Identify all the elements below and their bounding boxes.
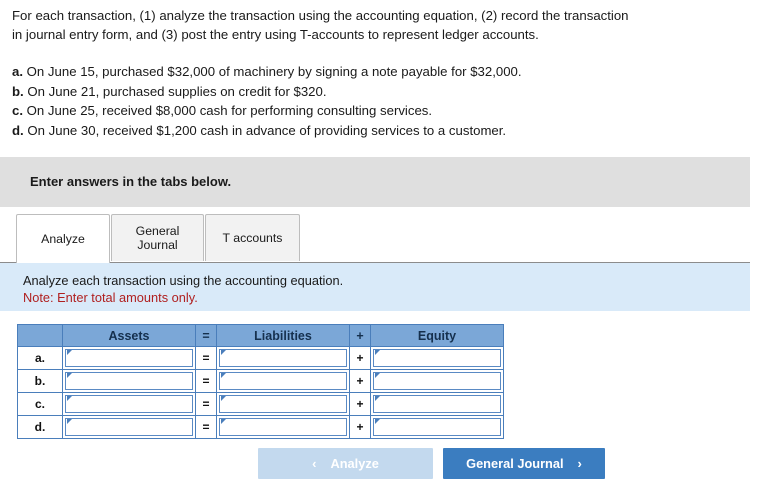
tab-general-journal-label-line1: General (135, 224, 180, 238)
operator-plus-b: + (349, 369, 371, 393)
transaction-letter-d: d. (12, 122, 24, 138)
input-assets-d[interactable] (65, 418, 193, 436)
chevron-left-icon: ‹ (312, 456, 317, 471)
table-row: c. = + (17, 392, 504, 416)
transaction-letter-b: b. (12, 83, 24, 99)
transaction-item-b: b. On June 21, purchased supplies on cre… (12, 82, 752, 102)
row-label-d: d. (17, 415, 63, 439)
previous-analyze-button[interactable]: ‹ Analyze (258, 448, 433, 479)
input-equity-b[interactable] (373, 372, 501, 390)
transaction-text-d: On June 30, received $1,200 cash in adva… (27, 122, 507, 138)
tab-analyze[interactable]: Analyze (16, 214, 110, 263)
cell-assets-d[interactable] (62, 415, 196, 439)
operator-equals-b: = (195, 369, 217, 393)
enter-answers-banner-text: Enter answers in the tabs below. (30, 174, 232, 189)
instruction-note-text: Note: Enter total amounts only. (23, 290, 198, 305)
input-equity-c[interactable] (373, 395, 501, 413)
next-general-journal-button-label: General Journal (466, 456, 564, 471)
accounting-equation-table: Assets = Liabilities + Equity a. = + b. … (17, 324, 504, 439)
table-row: d. = + (17, 415, 504, 439)
cell-liabilities-a[interactable] (216, 346, 350, 370)
row-label-a: a. (17, 346, 63, 370)
transaction-text-b: On June 21, purchased supplies on credit… (27, 83, 327, 99)
cell-equity-a[interactable] (370, 346, 504, 370)
next-general-journal-button[interactable]: General Journal › (443, 448, 605, 479)
tab-strip: Analyze General Journal T accounts (0, 214, 750, 264)
transaction-text-c: On June 25, received $8,000 cash for per… (26, 103, 433, 118)
cell-assets-b[interactable] (62, 369, 196, 393)
operator-equals-d: = (195, 415, 217, 439)
header-liabilities: Liabilities (216, 324, 350, 347)
tab-general-journal-label-line2: Journal (137, 238, 178, 252)
tab-general-journal-label: General Journal (136, 224, 180, 252)
operator-equals-c: = (195, 392, 217, 416)
table-row: b. = + (17, 369, 504, 393)
cell-liabilities-b[interactable] (216, 369, 350, 393)
tab-general-journal[interactable]: General Journal (111, 214, 204, 261)
operator-plus-c: + (349, 392, 371, 416)
cell-liabilities-c[interactable] (216, 392, 350, 416)
tab-t-accounts[interactable]: T accounts (205, 214, 300, 261)
table-header: Assets = Liabilities + Equity (17, 324, 504, 347)
header-plus: + (349, 324, 371, 347)
enter-answers-banner: Enter answers in the tabs below. (0, 157, 750, 207)
table-header-row: Assets = Liabilities + Equity (17, 324, 504, 347)
input-liabilities-b[interactable] (219, 372, 347, 390)
transaction-list: a. On June 15, purchased $32,000 of mach… (12, 62, 752, 140)
row-label-c: c. (17, 392, 63, 416)
cell-assets-c[interactable] (62, 392, 196, 416)
header-equity: Equity (370, 324, 504, 347)
navigation-buttons: ‹ Analyze General Journal › (0, 448, 765, 482)
chevron-right-icon: › (577, 456, 582, 471)
problem-intro-line-1: For each transaction, (1) analyze the tr… (12, 8, 629, 23)
instruction-main-text: Analyze each transaction using the accou… (23, 273, 344, 288)
operator-plus-d: + (349, 415, 371, 439)
problem-intro-line-2: in journal entry form, and (3) post the … (12, 27, 539, 42)
input-liabilities-a[interactable] (219, 349, 347, 367)
previous-analyze-button-label: Analyze (330, 456, 379, 471)
transaction-letter-c: c. (12, 103, 23, 118)
input-equity-a[interactable] (373, 349, 501, 367)
input-equity-d[interactable] (373, 418, 501, 436)
cell-assets-a[interactable] (62, 346, 196, 370)
operator-equals-a: = (195, 346, 217, 370)
input-liabilities-d[interactable] (219, 418, 347, 436)
row-label-b: b. (17, 369, 63, 393)
input-assets-a[interactable] (65, 349, 193, 367)
transaction-item-c: c. On June 25, received $8,000 cash for … (12, 101, 752, 121)
problem-statement: For each transaction, (1) analyze the tr… (12, 6, 752, 44)
input-liabilities-c[interactable] (219, 395, 347, 413)
header-equals: = (195, 324, 217, 347)
table-row: a. = + (17, 346, 504, 370)
input-assets-c[interactable] (65, 395, 193, 413)
header-assets: Assets (62, 324, 196, 347)
input-assets-b[interactable] (65, 372, 193, 390)
tab-analyze-label: Analyze (41, 232, 85, 246)
transaction-item-d: d. On June 30, received $1,200 cash in a… (12, 121, 752, 141)
operator-plus-a: + (349, 346, 371, 370)
table-body: a. = + b. = + c. = + d. = + (17, 346, 504, 439)
tab-t-accounts-label: T accounts (222, 231, 283, 245)
cell-equity-c[interactable] (370, 392, 504, 416)
header-row-label (17, 324, 63, 347)
cell-equity-b[interactable] (370, 369, 504, 393)
transaction-item-a: a. On June 15, purchased $32,000 of mach… (12, 62, 752, 82)
transaction-letter-a: a. (12, 64, 23, 79)
transaction-text-a: On June 15, purchased $32,000 of machine… (26, 64, 522, 79)
cell-equity-d[interactable] (370, 415, 504, 439)
instruction-panel: Analyze each transaction using the accou… (0, 263, 750, 311)
cell-liabilities-d[interactable] (216, 415, 350, 439)
